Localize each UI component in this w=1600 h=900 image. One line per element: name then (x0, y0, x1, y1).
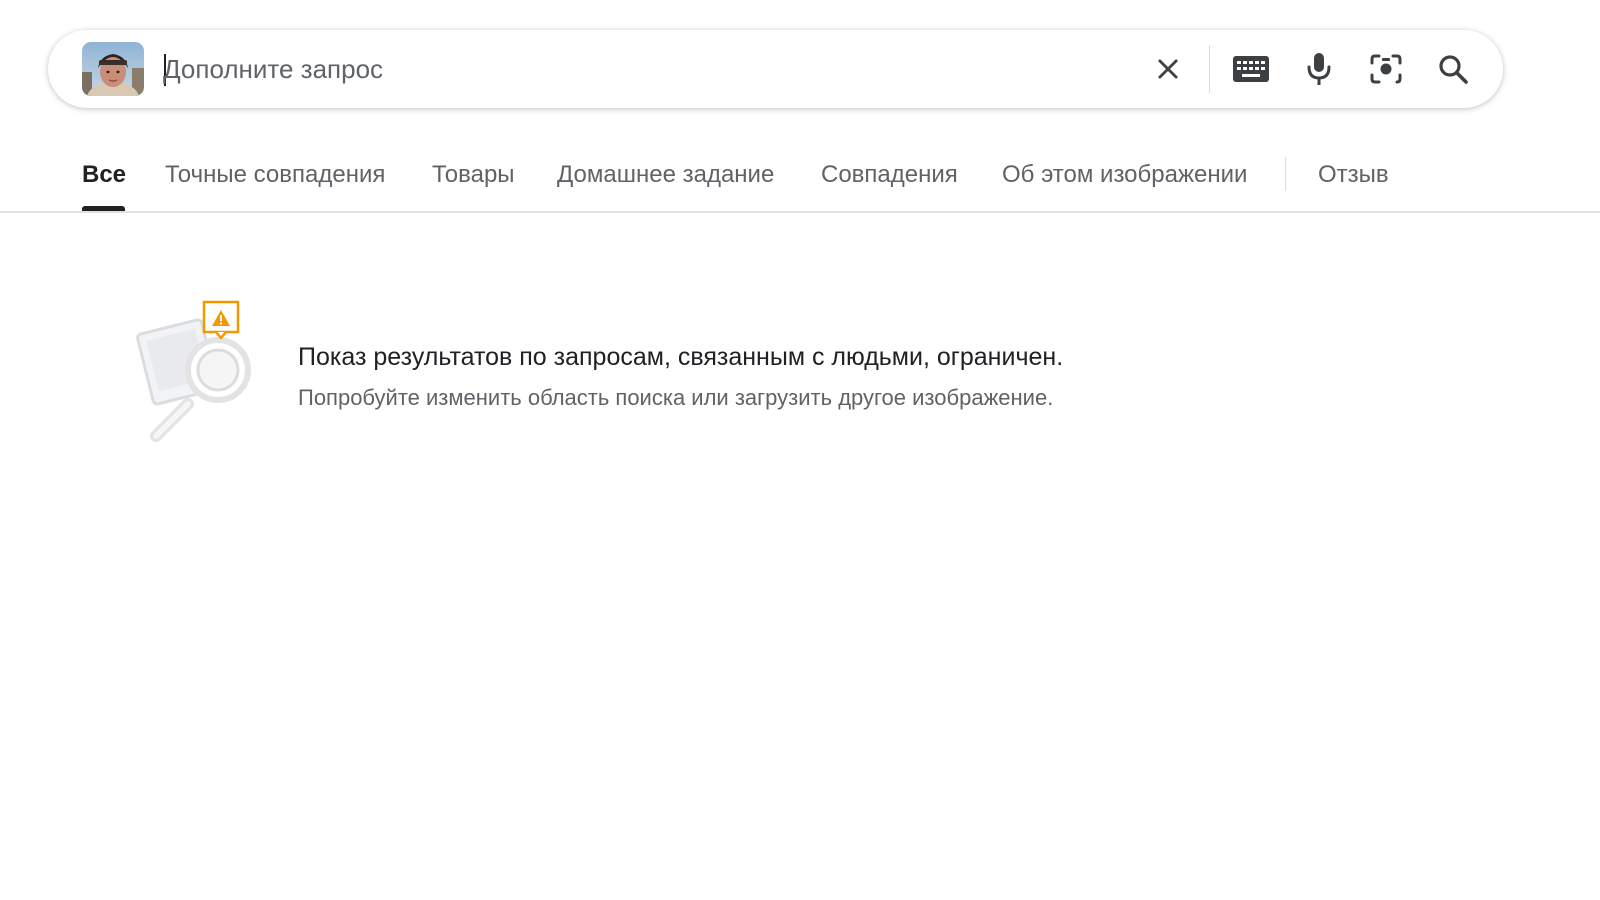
tab-about-this-image[interactable]: Об этом изображении (1002, 160, 1247, 190)
restriction-notice-subtitle: Попробуйте изменить область поиска или з… (298, 383, 1053, 413)
microphone-icon[interactable] (1299, 49, 1339, 89)
close-icon[interactable] (1148, 49, 1188, 89)
search-divider (1209, 45, 1210, 93)
search-icon[interactable] (1433, 49, 1473, 89)
results-tabs: Все Точные совпадения Товары Домашнее за… (0, 130, 1600, 212)
tab-feedback[interactable]: Отзыв (1318, 160, 1389, 190)
lens-results-page: Все Точные совпадения Товары Домашнее за… (0, 0, 1600, 900)
tabs-bottom-border (0, 211, 1600, 213)
tab-homework[interactable]: Домашнее задание (557, 160, 774, 190)
lens-camera-icon[interactable] (1366, 49, 1406, 89)
search-input[interactable] (163, 48, 1123, 90)
uploaded-image-thumbnail[interactable] (82, 42, 144, 96)
tabs-divider (1285, 157, 1286, 191)
search-bar (48, 30, 1503, 108)
tab-visual-matches[interactable]: Совпадения (821, 160, 958, 190)
restricted-search-illustration (132, 298, 262, 450)
tab-all[interactable]: Все (82, 160, 126, 190)
tab-products[interactable]: Товары (432, 160, 515, 190)
restriction-notice-title: Показ результатов по запросам, связанным… (298, 340, 1063, 374)
keyboard-icon[interactable] (1231, 49, 1271, 89)
tab-exact-matches[interactable]: Точные совпадения (165, 160, 385, 190)
